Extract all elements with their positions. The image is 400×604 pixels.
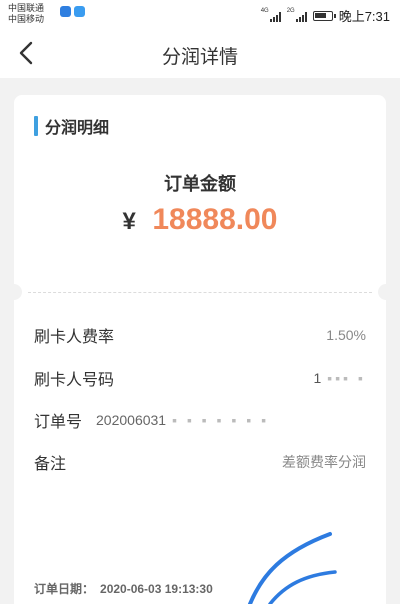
row-value: 1 ▪▪▪ ▪	[313, 370, 366, 386]
battery-icon	[312, 10, 336, 21]
page-title: 分润详情	[161, 47, 238, 68]
card-notch-left	[6, 284, 22, 300]
detail-card: 分润明细 订单金额 ¥ 18888.00 刷卡人费率 1.50% 刷卡人号码 1…	[6, 95, 394, 604]
status-bar: 中国联通 中国移动 4G 2G 晚上7:31	[0, 0, 400, 28]
amount: ¥ 18888.00	[14, 203, 386, 237]
carrier-2: 中国移动	[8, 14, 45, 24]
section-header: 分润明细	[34, 115, 109, 137]
cloud-icon	[74, 6, 85, 17]
order-date: 订单日期： 2020-06-03 19:13:30	[34, 580, 213, 597]
currency-symbol: ¥	[122, 208, 136, 235]
card-notch-right	[378, 284, 394, 300]
masked-value: ▪ ▪ ▪ ▪ ▪ ▪ ▪	[172, 412, 270, 428]
shield-icon	[60, 6, 71, 17]
status-right: 4G 2G 晚上7:31	[261, 6, 390, 25]
status-time: 晚上7:31	[338, 9, 390, 24]
row-remark: 备注 差额费率分润	[34, 450, 366, 474]
order-date-label: 订单日期：	[34, 582, 95, 596]
row-label: 刷卡人费率	[34, 329, 115, 346]
row-label: 订单号	[34, 414, 83, 431]
row-value: 202006031	[96, 412, 167, 428]
order-date-value: 2020-06-03 19:13:30	[100, 582, 213, 596]
carrier-1: 中国联通	[8, 3, 45, 13]
signal-icon-2: 2G	[287, 8, 307, 22]
section-accent-bar	[34, 116, 38, 136]
nav-bar: 分润详情	[0, 28, 400, 78]
row-order-number: 订单号 202006031 ▪ ▪ ▪ ▪ ▪ ▪ ▪	[34, 408, 366, 432]
row-cardholder-rate: 刷卡人费率 1.50%	[34, 323, 366, 347]
row-cardholder-number: 刷卡人号码 1 ▪▪▪ ▪	[34, 366, 366, 390]
row-value: 1.50%	[326, 327, 366, 343]
row-label: 备注	[34, 456, 67, 473]
carrier-info: 中国联通 中国移动	[8, 3, 44, 25]
signal-icon: 4G	[261, 8, 281, 22]
amount-label: 订单金额	[164, 174, 236, 194]
dashed-divider	[28, 292, 372, 293]
notification-icons	[60, 6, 85, 17]
row-value: 差额费率分润	[282, 454, 366, 470]
row-label: 刷卡人号码	[34, 372, 115, 389]
amount-value: 18888.00	[152, 203, 278, 236]
section-title: 分润明细	[45, 120, 110, 137]
